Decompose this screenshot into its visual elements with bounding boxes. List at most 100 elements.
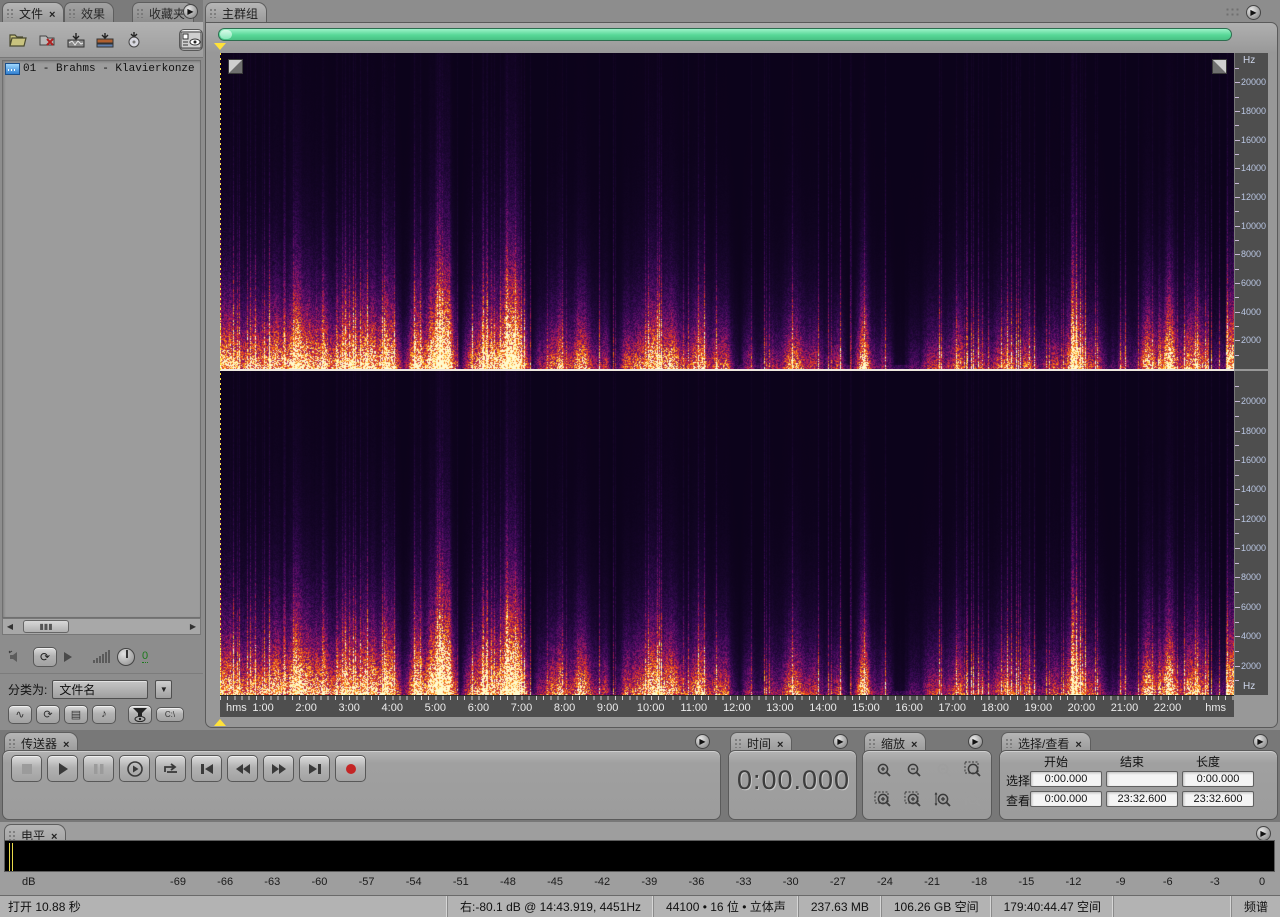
spectrogram-left-channel[interactable] — [220, 53, 1234, 369]
preview-volume-knob[interactable] — [117, 647, 135, 666]
tab-transport[interactable]: 传送器 × — [4, 732, 79, 752]
filter-view-button[interactable] — [128, 704, 152, 724]
preview-play-icon[interactable] — [64, 651, 72, 662]
freq-unit-label: Hz — [1243, 55, 1256, 66]
show-video-button[interactable]: ▤ — [64, 704, 88, 724]
zoom-panel — [862, 750, 992, 820]
autoplay-speaker-icon[interactable] — [8, 650, 26, 664]
play-spool-button[interactable] — [119, 755, 150, 782]
db-tick-label: -30 — [782, 876, 799, 888]
play-button[interactable] — [47, 755, 78, 782]
insert-into-multitrack-icon[interactable] — [94, 29, 117, 51]
row-label-view: 查看 — [1006, 794, 1031, 808]
pause-button[interactable] — [83, 755, 114, 782]
audition-window: 文件 × 效果 收藏夹 01 - Brahms - Klavierkonze ◀ ▮▮… — [0, 0, 1280, 917]
zoom-out-full-button[interactable] — [930, 757, 956, 780]
sort-select[interactable]: 文件名 — [52, 679, 149, 699]
spectrogram-right-channel[interactable] — [220, 371, 1234, 695]
selection-menu-button[interactable] — [1253, 734, 1268, 749]
freq-tick-label: 12000 — [1241, 513, 1267, 524]
show-full-path-button[interactable]: C:\ — [156, 706, 184, 722]
record-button[interactable] — [335, 755, 366, 782]
time-tick-label: 22:00 — [1153, 702, 1182, 714]
tab-effects[interactable]: 效果 — [64, 2, 115, 22]
tab-files[interactable]: 文件 × — [2, 2, 65, 22]
open-file-icon[interactable] — [8, 29, 31, 51]
view-length-field[interactable]: 23:32.600 — [1182, 791, 1254, 807]
view-end-field[interactable]: 23:32.600 — [1106, 791, 1178, 807]
stop-button[interactable] — [11, 755, 42, 782]
selection-end-field[interactable] — [1106, 771, 1178, 787]
fast-forward-button[interactable] — [263, 755, 294, 782]
rewind-button[interactable] — [227, 755, 258, 782]
frequency-ruler-left[interactable]: 20000 18000 16000 14000 12000 10000 8000 6000 40… — [1234, 53, 1268, 369]
zoom-out-horizontal-button[interactable] — [900, 757, 926, 780]
preview-volume-value[interactable]: 0 — [142, 650, 149, 663]
import-file-icon[interactable] — [65, 29, 88, 51]
tab-time[interactable]: 时间 × — [730, 732, 793, 752]
file-list-hscrollbar[interactable]: ◀ ▮▮▮ ▶ — [2, 618, 201, 635]
main-panel-grip[interactable] — [1225, 7, 1239, 17]
time-ruler[interactable]: 1:00 2:00 3:00 4:00 5:00 6:00 7:00 8:00 9:00 10:0… — [220, 695, 1234, 717]
db-tick-label: -57 — [358, 876, 375, 888]
file-list-item[interactable]: 01 - Brahms - Klavierkonze — [3, 61, 200, 77]
show-audio-button[interactable]: ♪ — [92, 704, 116, 724]
view-start-field[interactable]: 0:00.000 — [1030, 791, 1102, 807]
column-header: 长度 — [1196, 755, 1221, 769]
zoom-menu-button[interactable] — [968, 734, 983, 749]
db-tick-label: -36 — [688, 876, 705, 888]
tab-zoom[interactable]: 缩放 × — [864, 732, 927, 752]
go-to-end-button[interactable] — [299, 755, 330, 782]
zoom-in-right-edge-button[interactable] — [900, 787, 926, 810]
show-loops-button[interactable]: ⟳ — [36, 704, 60, 724]
db-tick-label: -6 — [1162, 876, 1173, 888]
timeline-nav-scrollbar[interactable] — [218, 28, 1232, 41]
freq-tick-label: 16000 — [1241, 134, 1267, 145]
files-panel-menu-button[interactable] — [183, 4, 198, 19]
level-meter[interactable] — [4, 840, 1275, 872]
loop-preview-button[interactable]: ⟳ — [33, 646, 57, 667]
zoom-in-left-edge-button[interactable] — [870, 787, 896, 810]
bottom-panel-row: 传送器× 时间× 0:00.000 缩放× 选择/查看× 开始结束长度选择0:0… — [0, 730, 1280, 822]
tab-main-group[interactable]: 主群组 — [205, 2, 268, 22]
zoom-out-vertical-button[interactable] — [960, 787, 986, 810]
zoom-in-vertical-button[interactable] — [930, 787, 956, 810]
time-ticks — [220, 696, 1234, 700]
zoom-to-selection-button[interactable] — [960, 757, 986, 780]
close-file-icon[interactable] — [37, 29, 60, 51]
time-tick-label: 12:00 — [723, 702, 751, 714]
file-list[interactable]: 01 - Brahms - Klavierkonze — [2, 60, 201, 618]
playhead-top-marker[interactable] — [214, 43, 226, 50]
scroll-left-icon[interactable]: ◀ — [3, 622, 17, 631]
main-panel-body: 20000 18000 16000 14000 12000 10000 8000 6000 40… — [205, 22, 1278, 728]
close-files-icon[interactable]: × — [49, 9, 55, 21]
transport-menu-button[interactable] — [695, 734, 710, 749]
sort-select-arrow-icon[interactable]: ▼ — [155, 679, 173, 699]
tab-selection-view[interactable]: 选择/查看 × — [1001, 732, 1091, 752]
freq-tick-label: 4000 — [1241, 631, 1262, 642]
preview-transport: ⟳ 0 — [0, 640, 203, 674]
go-to-beginning-button[interactable] — [191, 755, 222, 782]
insert-into-cd-icon[interactable] — [122, 29, 145, 51]
selection-length-field[interactable]: 0:00.000 — [1182, 771, 1254, 787]
frequency-ruler-right[interactable]: 20000 18000 16000 14000 12000 10000 8000 6000 40… — [1234, 371, 1268, 695]
selection-handle-right-icon[interactable] — [1212, 59, 1227, 74]
main-panel-menu-button[interactable] — [1246, 5, 1261, 20]
time-tick-label: 18:00 — [981, 702, 1010, 714]
hscroll-thumb[interactable]: ▮▮▮ — [23, 620, 69, 633]
time-menu-button[interactable] — [833, 734, 848, 749]
freq-tick-label: 16000 — [1241, 454, 1267, 465]
selection-start-field[interactable]: 0:00.000 — [1030, 771, 1102, 787]
play-looped-button[interactable] — [155, 755, 186, 782]
zoom-in-horizontal-button[interactable] — [870, 757, 896, 780]
selection-handle-left-icon[interactable] — [228, 59, 243, 74]
playhead-bottom-marker[interactable] — [214, 719, 226, 726]
levels-menu-button[interactable] — [1256, 826, 1271, 841]
show-options-icon[interactable] — [178, 28, 203, 51]
db-tick-label: -42 — [594, 876, 611, 888]
tab-grip-icon — [136, 8, 144, 18]
show-waveforms-button[interactable]: ∿ — [8, 704, 32, 724]
scroll-right-icon[interactable]: ▶ — [186, 622, 200, 631]
time-tick-label: 1:00 — [252, 702, 274, 714]
status-spacer — [1112, 896, 1231, 917]
